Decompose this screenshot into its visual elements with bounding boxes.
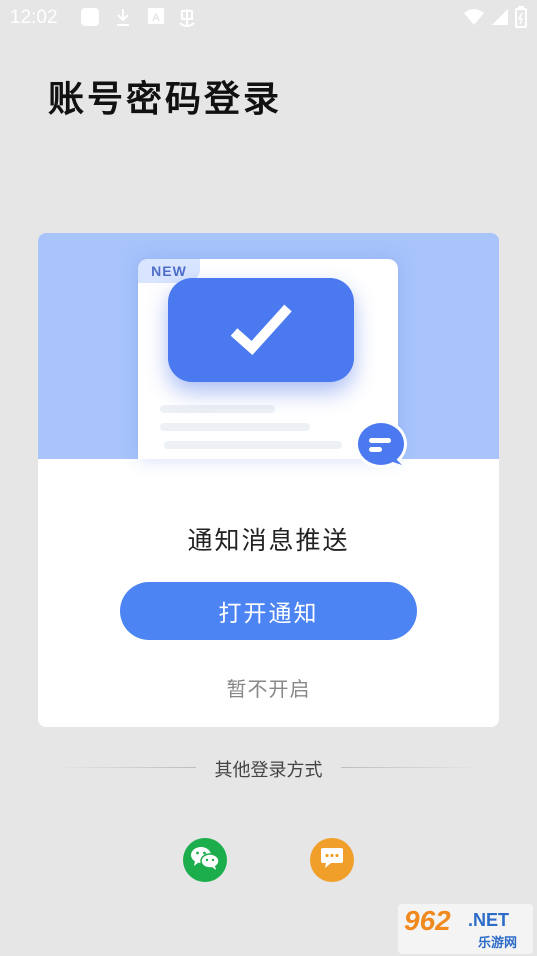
divider-line-left (56, 767, 196, 768)
a-badge-icon: A (147, 7, 165, 29)
battery-icon (515, 6, 527, 32)
sms-icon (320, 847, 344, 873)
signal-icon (491, 8, 509, 30)
card-heading: 通知消息推送 (187, 526, 350, 555)
site-watermark-logo: 962 .NET 乐游网 (398, 904, 533, 954)
placeholder-line (160, 405, 275, 413)
page-title: 账号密码登录 (48, 79, 283, 120)
download-icon (114, 7, 132, 31)
wechat-login-button[interactable] (183, 838, 227, 882)
placeholder-line (164, 441, 342, 449)
watermark-domain: .NET (468, 910, 510, 930)
card-illustration: NEW (38, 233, 499, 465)
watermark-number: 962 (404, 905, 451, 936)
bug-icon (176, 7, 198, 33)
sms-login-button[interactable] (310, 838, 354, 882)
placeholder-line (160, 423, 310, 431)
checkmark-icon (230, 302, 294, 362)
wechat-icon (190, 845, 220, 875)
enable-notification-button[interactable]: 打开通知 (120, 582, 417, 640)
other-login-label: 其他登录方式 (214, 760, 323, 781)
message-bubble-icon (358, 423, 404, 465)
status-time: 12:02 (10, 7, 58, 28)
square-app-icon (80, 7, 100, 31)
wifi-icon (463, 8, 485, 30)
not-now-link[interactable]: 暂不开启 (38, 673, 499, 702)
notification-card: NEW 通知消息推送 打开通知 暂不开启 (38, 233, 499, 727)
check-card (168, 278, 354, 382)
divider-line-right (341, 767, 481, 768)
watermark-sub: 乐游网 (478, 936, 518, 951)
svg-text:A: A (152, 12, 160, 24)
status-bar: 12:02 A (0, 0, 537, 36)
